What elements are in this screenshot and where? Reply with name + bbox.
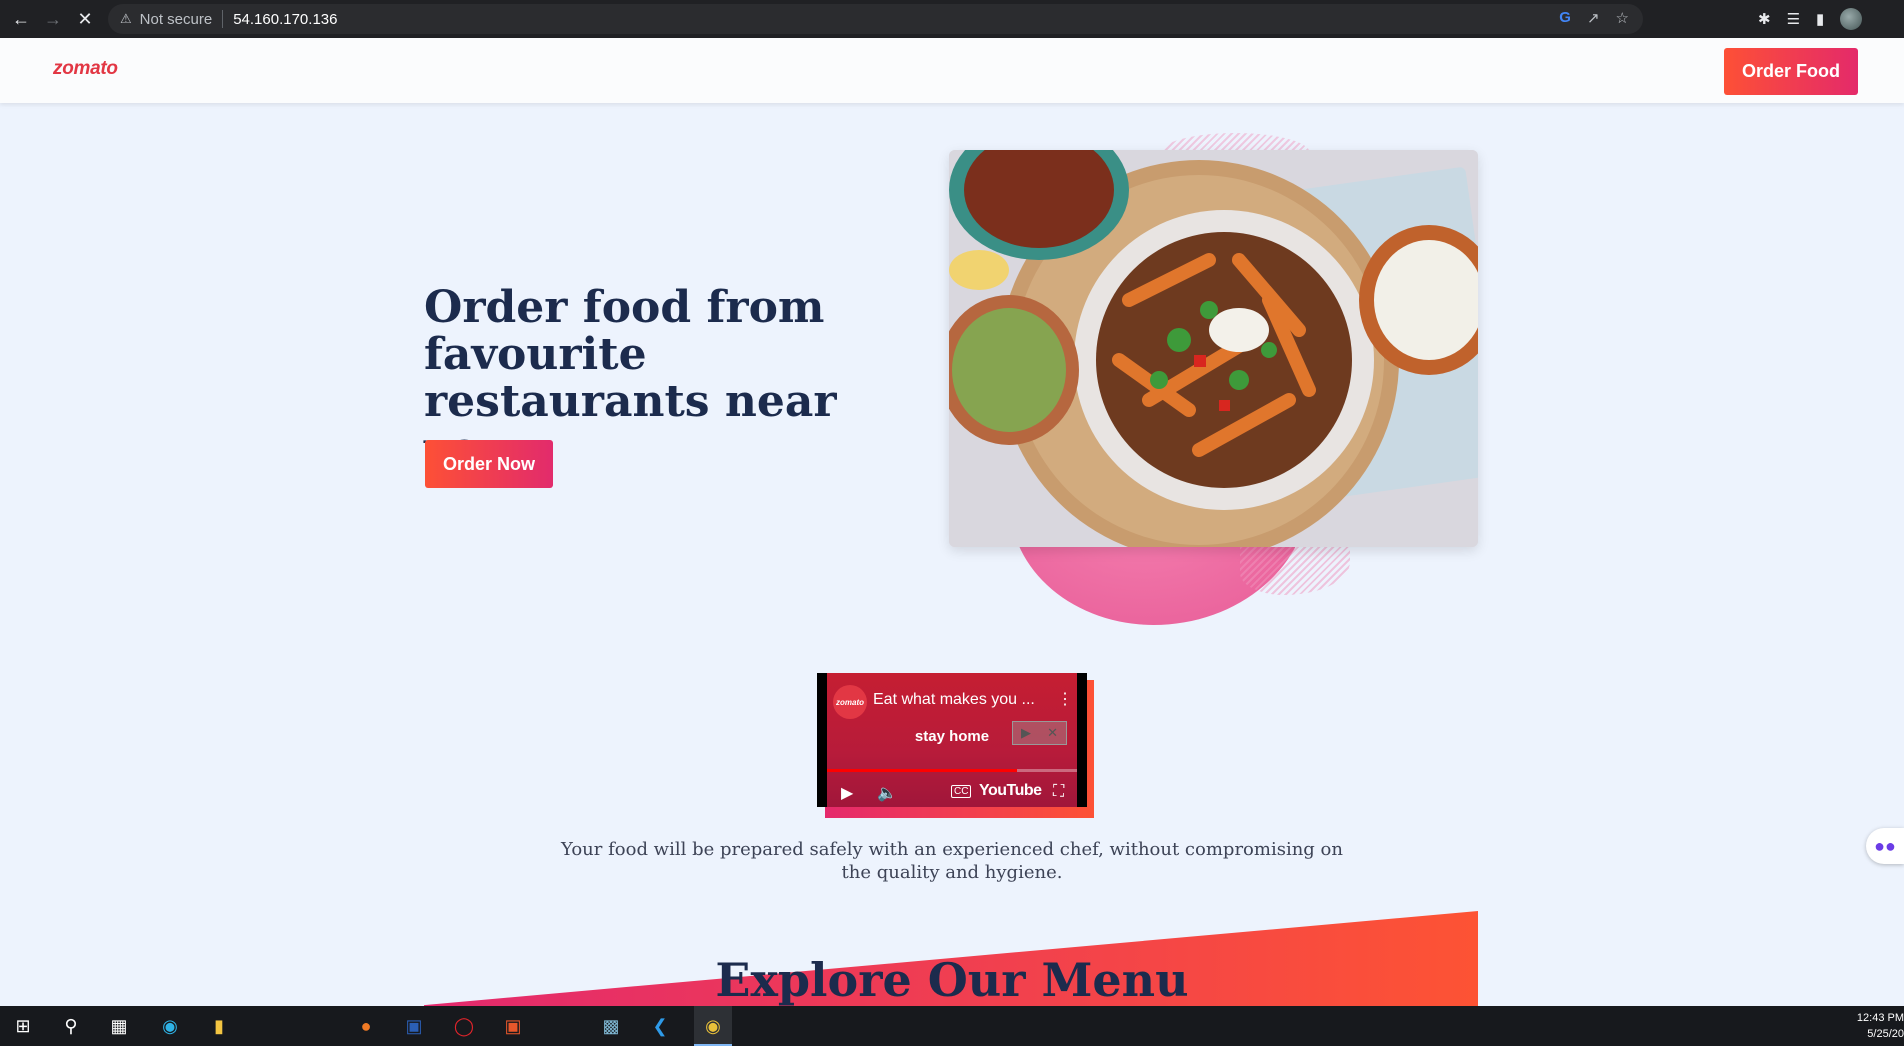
- windows-start-icon[interactable]: ⊞: [11, 1014, 35, 1038]
- edge-icon[interactable]: ◉: [158, 1014, 182, 1038]
- share-icon[interactable]: ↗: [1587, 9, 1600, 27]
- captions-icon[interactable]: CC: [951, 785, 972, 798]
- firefox-icon[interactable]: ●: [354, 1014, 378, 1038]
- order-food-button[interactable]: Order Food: [1724, 48, 1858, 95]
- profile-avatar[interactable]: [1840, 8, 1863, 30]
- video-progress-fill: [827, 769, 1017, 772]
- decorative-hatch: [1240, 540, 1350, 595]
- word-icon[interactable]: ▣: [402, 1014, 426, 1038]
- vscode-icon[interactable]: ❮: [648, 1014, 672, 1038]
- stop-loading-icon[interactable]: ✕: [70, 4, 100, 34]
- system-clock[interactable]: 12:43 PM 5/25/20: [1857, 1010, 1904, 1042]
- video-progress-bar[interactable]: [827, 769, 1077, 772]
- url-text[interactable]: 54.160.170.136: [233, 11, 337, 28]
- menu-section-title: Explore Our Menu: [715, 953, 1189, 1007]
- chrome-icon[interactable]: ◉: [701, 1014, 725, 1038]
- windows-taskbar: ⊞ ⚲ ▦ ◉ ▮ ● ▣ ◯ ▣ ▩ ❮ ◉ 12:43 PM 5/25/20: [0, 1006, 1904, 1046]
- google-lens-icon[interactable]: G: [1559, 9, 1571, 27]
- browser-toolbar: ← → ✕ ⚠ Not secure 54.160.170.136 G ↗ ☆ …: [0, 0, 1904, 38]
- ad-overlay[interactable]: ▶ ✕: [1012, 721, 1067, 745]
- powerpoint-icon[interactable]: ▣: [501, 1014, 525, 1038]
- more-options-icon[interactable]: ⋮: [1057, 689, 1073, 709]
- opera-icon[interactable]: ◯: [452, 1014, 476, 1038]
- security-label: Not secure: [139, 10, 213, 28]
- extensions-icon[interactable]: ✱: [1758, 10, 1771, 28]
- video-title[interactable]: Eat what makes you ...: [873, 691, 1035, 709]
- site-header: zomato Order Food: [0, 38, 1904, 103]
- channel-avatar[interactable]: zomato: [833, 685, 867, 719]
- assistant-chat-icon[interactable]: ●●: [1866, 828, 1904, 864]
- youtube-logo[interactable]: YouTube: [979, 782, 1042, 800]
- close-icon[interactable]: ✕: [1047, 725, 1058, 741]
- volume-icon[interactable]: 🔈: [877, 783, 897, 803]
- fullscreen-icon[interactable]: ⛶: [1053, 783, 1064, 801]
- notepad-icon[interactable]: ▩: [599, 1014, 623, 1038]
- youtube-video-player[interactable]: zomato Eat what makes you ... ⋮ stay hom…: [817, 673, 1087, 807]
- food-plate-image: [949, 150, 1478, 547]
- bookmark-star-icon[interactable]: ☆: [1616, 9, 1629, 27]
- order-now-button[interactable]: Order Now: [425, 440, 553, 488]
- file-explorer-icon[interactable]: ▮: [207, 1014, 231, 1038]
- search-icon[interactable]: ⚲: [59, 1014, 83, 1038]
- address-bar[interactable]: ⚠ Not secure 54.160.170.136 G ↗ ☆: [108, 4, 1643, 34]
- divider: [222, 10, 224, 28]
- clock-date: 5/25/20: [1867, 1028, 1904, 1040]
- tagline-text: Your food will be prepared safely with a…: [561, 839, 1343, 883]
- zomato-logo[interactable]: zomato: [53, 58, 118, 80]
- media-control-icon[interactable]: ☰: [1787, 10, 1800, 28]
- play-icon[interactable]: ▶: [841, 783, 853, 803]
- forward-icon[interactable]: →: [38, 4, 68, 34]
- back-icon[interactable]: ←: [6, 4, 36, 34]
- clock-time: 12:43 PM: [1856, 1012, 1904, 1024]
- warning-icon: ⚠: [120, 11, 132, 26]
- side-panel-icon[interactable]: ▮: [1816, 10, 1824, 28]
- task-view-icon[interactable]: ▦: [107, 1014, 131, 1038]
- play-icon[interactable]: ▶: [1021, 725, 1031, 741]
